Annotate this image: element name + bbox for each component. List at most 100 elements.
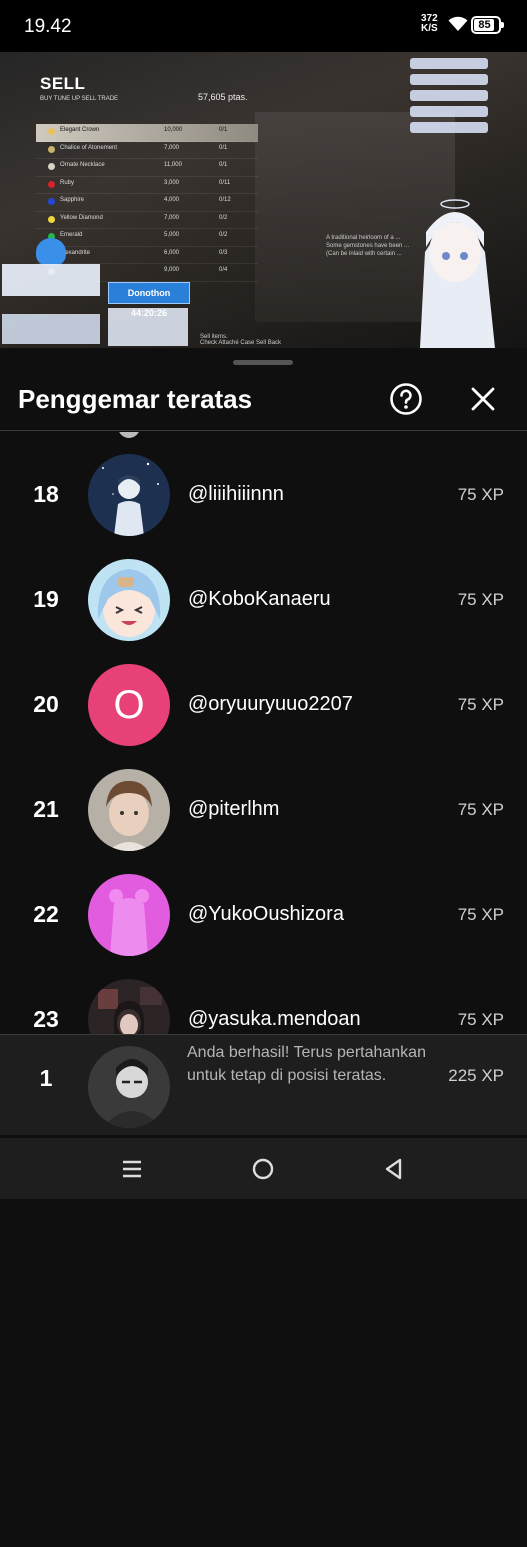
stream-chat-overlay xyxy=(410,58,488,138)
item-qty: 0/3 xyxy=(219,249,228,256)
timer-label: Donothon xyxy=(127,288,171,298)
rank-number: 22 xyxy=(33,901,59,927)
game-tabs: BUY TUNE UP SELL TRADE xyxy=(40,96,119,102)
game-item-row: Emerald 5,000 0/2 xyxy=(36,229,258,247)
game-item-row: Yellow Diamond 7,000 0/2 xyxy=(36,212,258,229)
avatar xyxy=(88,1046,170,1128)
rank-number: 21 xyxy=(33,796,59,822)
item-qty: 0/4 xyxy=(219,267,228,273)
item-description: A traditional heirloom of a ... Some gem… xyxy=(326,235,410,257)
battery-level: 85 xyxy=(478,19,491,31)
fan-username[interactable]: @YukoOushizora xyxy=(188,903,344,926)
item-price: 3,000 xyxy=(164,179,180,186)
timer-value: 44:20:26 xyxy=(130,308,168,318)
wifi-icon xyxy=(448,16,468,31)
item-name: Ornate Necklace xyxy=(60,162,105,168)
item-price: 7,000 xyxy=(164,214,180,221)
network-speed: 372 K/S xyxy=(421,14,438,34)
top-fans-sheet: Penggemar teratas 18 @liiihiiinnn 75 XP 19 @… xyxy=(0,348,527,1547)
xp-value: 75 XP xyxy=(457,800,504,819)
item-qty: 0/2 xyxy=(219,214,228,221)
game-item-table: Elegant Crown 10,000 0/1 Chalice of Atoneme… xyxy=(36,124,258,282)
header-divider xyxy=(0,430,527,431)
game-item-row: Sapphire 4,000 0/12 xyxy=(36,194,258,212)
fan-list[interactable]: 18 @liiihiiinnn 75 XP 19 @KoboKanaeru 75 XP 20… xyxy=(0,432,527,1034)
close-icon[interactable] xyxy=(466,382,500,416)
fan-row[interactable]: 20 O @oryuuryuuo2207 75 XP xyxy=(0,653,527,758)
controls-text: Check Attaché Case Sell Back xyxy=(200,340,282,346)
rank-message: Anda berhasil! Terus pertahankan untuk t… xyxy=(187,1044,426,1084)
fan-username[interactable]: @KoboKanaeru xyxy=(188,588,331,611)
gem-icon xyxy=(48,128,55,135)
game-item-row: Alexandrite 6,000 0/3 xyxy=(36,247,258,264)
gem-icon xyxy=(48,145,55,153)
sheet-title: Penggemar teratas xyxy=(18,384,253,414)
rank-number: 23 xyxy=(33,1006,59,1032)
donothon-timer: Donothon 44:20:26 xyxy=(108,282,190,318)
xp-value: 75 XP xyxy=(457,905,504,924)
item-price: 9,000 xyxy=(164,267,180,273)
rank-number: 19 xyxy=(33,586,59,612)
menu-icon[interactable] xyxy=(119,1156,145,1182)
help-icon[interactable] xyxy=(389,382,423,416)
item-price: 4,000 xyxy=(164,197,180,203)
avatar[interactable] xyxy=(88,874,170,956)
item-price: 6,000 xyxy=(164,249,180,256)
game-sell-title: SELL xyxy=(40,74,86,93)
fan-username[interactable]: @oryuuryuuo2207 xyxy=(188,693,353,716)
current-user-row: 1 Anda berhasil! Terus pertahankan untuk… xyxy=(0,1034,527,1135)
item-price: 5,000 xyxy=(164,232,180,238)
fan-row[interactable]: 21 @piterlhm 75 XP xyxy=(0,758,527,863)
video-player[interactable]: SELL BUY TUNE UP SELL TRADE 57,605 ptas.… xyxy=(0,52,527,348)
fan-row[interactable]: 18 @liiihiiinnn 75 XP xyxy=(0,443,527,548)
item-name: Emerald xyxy=(60,232,83,238)
game-controls-hint: Sell items. Check Attaché Case Sell Back xyxy=(200,334,281,346)
avatar[interactable] xyxy=(88,979,170,1034)
fan-row[interactable]: 23 @yasuka.mendoan 75 XP xyxy=(0,968,527,1034)
avatar[interactable] xyxy=(88,454,170,536)
drag-handle[interactable] xyxy=(233,360,293,365)
network-speed-unit: K/S xyxy=(421,23,438,34)
xp-value: 75 XP xyxy=(457,1010,504,1029)
game-item-row: Chalice of Atonement 7,000 0/1 xyxy=(36,142,258,159)
item-qty: 0/2 xyxy=(219,232,228,238)
item-name: Chalice of Atonement xyxy=(60,144,118,151)
donothon-panel xyxy=(2,314,100,344)
item-price: 10,000 xyxy=(164,127,183,133)
item-name: Ruby xyxy=(60,179,75,186)
avatar[interactable] xyxy=(88,559,170,641)
stream-panel xyxy=(2,264,100,296)
fan-username[interactable]: @liiihiiinnn xyxy=(188,483,284,506)
fan-row[interactable]: 19 @KoboKanaeru 75 XP xyxy=(0,548,527,653)
status-bar: 19.42 372 K/S 85 xyxy=(0,0,527,52)
fan-username[interactable]: @yasuka.mendoan xyxy=(188,1008,361,1031)
gem-icon xyxy=(48,163,55,170)
system-navigation-bar xyxy=(0,1138,527,1199)
rank-number: 20 xyxy=(33,691,59,717)
xp-value: 75 XP xyxy=(457,695,504,714)
item-qty: 0/1 xyxy=(219,127,228,133)
item-qty: 0/11 xyxy=(219,179,231,186)
item-price: 11,000 xyxy=(164,162,182,168)
home-icon[interactable] xyxy=(250,1156,276,1182)
vtuber-avatar xyxy=(420,199,495,348)
fan-username[interactable]: @piterlhm xyxy=(188,798,279,821)
game-money: 57,605 ptas. xyxy=(198,92,248,102)
item-name: Elegant Crown xyxy=(60,127,100,133)
battery-icon: 85 xyxy=(471,16,504,34)
item-price: 7,000 xyxy=(164,144,180,151)
rank-number: 1 xyxy=(39,1065,53,1091)
game-item-row: Ruby 3,000 0/11 xyxy=(36,177,258,194)
avatar[interactable] xyxy=(88,769,170,851)
back-icon[interactable] xyxy=(381,1156,407,1182)
xp-value: 75 XP xyxy=(457,590,504,609)
avatar[interactable]: O xyxy=(88,664,170,746)
xp-value: 225 XP xyxy=(448,1066,504,1085)
rank-number: 18 xyxy=(33,481,59,507)
xp-value: 75 XP xyxy=(457,485,504,504)
clock: 19.42 xyxy=(24,16,72,37)
fan-row[interactable]: 22 @YukoOushizora 75 XP xyxy=(0,863,527,968)
item-qty: 0/12 xyxy=(219,197,231,203)
gem-icon xyxy=(48,180,55,188)
item-qty: 0/1 xyxy=(219,162,228,168)
